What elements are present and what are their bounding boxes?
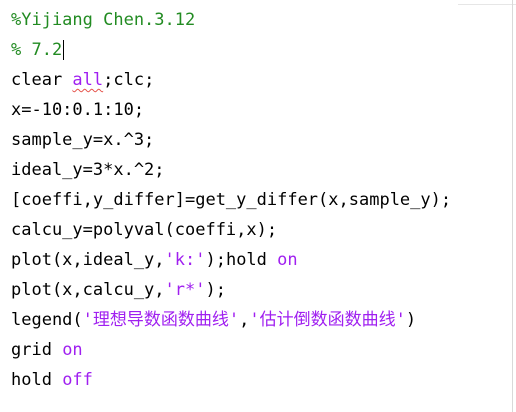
code-text: ) bbox=[405, 310, 417, 330]
code-line-2[interactable]: % 7.2 bbox=[11, 35, 451, 65]
code-line-7[interactable]: [coeffi,y_differ]=get_y_differ(x,sample_… bbox=[11, 185, 451, 215]
code-line-3[interactable]: clear all;clc; bbox=[11, 65, 451, 95]
code-area[interactable]: %Yijiang Chen.3.12 % 7.2 clear all;clc; … bbox=[11, 5, 451, 395]
string-literal: 'k:' bbox=[164, 250, 206, 270]
code-text: legend( bbox=[11, 310, 83, 330]
code-line-11[interactable]: legend('理想导数函数曲线','估计倒数函数曲线') bbox=[11, 305, 451, 335]
comment-text: %Yijiang Chen.3.12 bbox=[11, 10, 196, 30]
code-text: , bbox=[239, 310, 250, 330]
code-line-10[interactable]: plot(x,calcu_y,'r*'); bbox=[11, 275, 451, 305]
code-line-13[interactable]: hold off bbox=[11, 365, 451, 395]
keyword-text: on bbox=[62, 340, 83, 360]
code-line-6[interactable]: ideal_y=3*x.^2; bbox=[11, 155, 451, 185]
comment-text: % 7.2 bbox=[11, 40, 63, 60]
editor-right-border bbox=[512, 0, 513, 412]
string-literal: '估计倒数函数曲线' bbox=[249, 310, 406, 330]
code-text: calcu_y=polyval(coeffi,x); bbox=[11, 220, 278, 240]
code-text: x=-10:0.1:10; bbox=[11, 100, 145, 120]
code-line-12[interactable]: grid on bbox=[11, 335, 451, 365]
editor-top-edge bbox=[458, 0, 516, 5]
code-text: ); bbox=[205, 280, 226, 300]
code-line-4[interactable]: x=-10:0.1:10; bbox=[11, 95, 451, 125]
spellcheck-underlined-keyword: all bbox=[72, 70, 104, 90]
code-text: plot(x,ideal_y, bbox=[11, 250, 165, 270]
code-text: grid bbox=[11, 340, 63, 360]
code-line-5[interactable]: sample_y=x.^3; bbox=[11, 125, 451, 155]
code-text: [coeffi,y_differ]=get_y_differ(x,sample_… bbox=[11, 190, 452, 210]
string-literal: 'r*' bbox=[164, 280, 206, 300]
code-text: clear bbox=[11, 70, 73, 90]
code-line-8[interactable]: calcu_y=polyval(coeffi,x); bbox=[11, 215, 451, 245]
code-text: hold bbox=[11, 370, 63, 390]
code-editor[interactable]: %Yijiang Chen.3.12 % 7.2 clear all;clc; … bbox=[0, 0, 516, 412]
code-line-1[interactable]: %Yijiang Chen.3.12 bbox=[11, 5, 451, 35]
keyword-text: off bbox=[62, 370, 93, 390]
code-text: ideal_y=3*x.^2; bbox=[11, 160, 165, 180]
code-text: ;clc; bbox=[103, 70, 155, 90]
code-line-9[interactable]: plot(x,ideal_y,'k:');hold on bbox=[11, 245, 451, 275]
code-text: );hold bbox=[205, 250, 278, 270]
code-text: sample_y=x.^3; bbox=[11, 130, 155, 150]
code-text: plot(x,calcu_y, bbox=[11, 280, 165, 300]
string-literal: '理想导数函数曲线' bbox=[82, 310, 240, 330]
keyword-text: on bbox=[277, 250, 298, 270]
text-cursor bbox=[63, 40, 65, 60]
